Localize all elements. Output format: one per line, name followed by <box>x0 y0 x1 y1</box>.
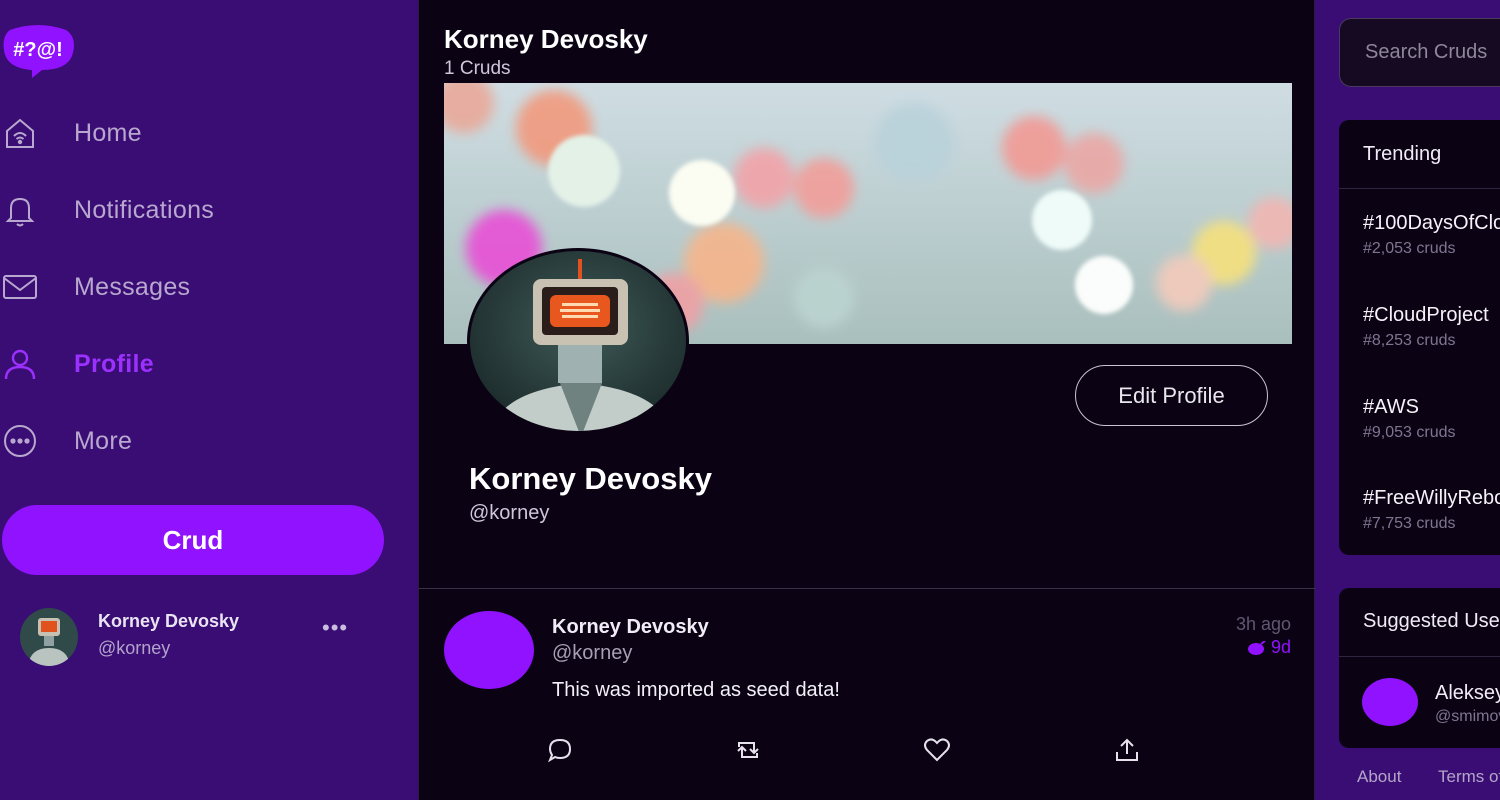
profile-avatar[interactable] <box>467 248 689 434</box>
user-icon <box>0 344 40 384</box>
trend-count: #9,053 cruds <box>1363 424 1456 441</box>
page-title: Korney Devosky <box>444 24 648 54</box>
post-expiry-label: 9d <box>1270 637 1291 657</box>
suggested-user-name[interactable]: Aleksey <box>1435 682 1500 705</box>
profile-name: Korney Devosky <box>469 461 712 496</box>
divider <box>1339 188 1500 189</box>
trend-item[interactable]: #100DaysOfCloud #2,053 cruds <box>1363 212 1500 258</box>
post-text: This was imported as seed data! <box>552 679 840 701</box>
crud-button[interactable]: Crud <box>2 505 384 575</box>
nav-home-label: Home <box>74 118 142 147</box>
trend-tag: #CloudProject <box>1363 304 1489 326</box>
trend-tag: #100DaysOfCloud <box>1363 212 1500 234</box>
more-options-icon[interactable]: ••• <box>322 615 348 641</box>
home-icon <box>0 113 40 153</box>
heart-icon[interactable] <box>922 735 952 765</box>
sidebar-user-handle: @korney <box>98 638 171 658</box>
suggested-user-handle: @smimov <box>1435 708 1500 725</box>
suggested-title: Suggested Users <box>1363 610 1500 632</box>
trend-count: #7,753 cruds <box>1363 515 1456 532</box>
trend-count: #8,253 cruds <box>1363 332 1456 349</box>
profile-handle: @korney <box>469 502 550 524</box>
nav-notifications-label: Notifications <box>74 195 215 224</box>
reply-icon[interactable] <box>545 735 575 765</box>
suggested-users-panel: Suggested Users Aleksey @smimov <box>1339 588 1500 748</box>
trend-item[interactable]: #FreeWillyReboot #7,753 cruds <box>1363 487 1500 533</box>
profile-main: Korney Devosky 1 Cruds Edit Profile Korn… <box>418 0 1316 800</box>
share-icon[interactable] <box>1112 735 1142 765</box>
more-circle-icon <box>0 421 40 461</box>
edit-profile-button[interactable]: Edit Profile <box>1075 365 1268 426</box>
nav-profile-label: Profile <box>74 349 154 378</box>
nav-more[interactable]: More <box>0 416 400 466</box>
nav-home[interactable]: Home <box>0 108 400 158</box>
search-input[interactable] <box>1339 18 1500 87</box>
app-logo[interactable]: #?@! <box>2 24 75 78</box>
post-timestamp: 3h ago <box>1235 614 1291 634</box>
nav-messages-label: Messages <box>74 272 191 301</box>
trend-item[interactable]: #CloudProject #8,253 cruds <box>1363 304 1500 350</box>
trending-title: Trending <box>1363 143 1442 165</box>
nav-messages[interactable]: Messages <box>0 262 400 312</box>
trend-tag: #FreeWillyReboot <box>1363 487 1500 509</box>
trend-tag: #AWS <box>1363 396 1419 418</box>
avatar <box>20 608 78 666</box>
nav-more-label: More <box>74 426 133 455</box>
post-avatar[interactable] <box>444 611 534 689</box>
trend-item[interactable]: #AWS #9,053 cruds <box>1363 396 1500 442</box>
post-author-handle: @korney <box>552 642 633 664</box>
logo-text: #?@! <box>13 39 63 61</box>
bomb-icon <box>1247 640 1266 655</box>
suggested-user-avatar[interactable] <box>1362 678 1418 726</box>
post-expiry: 9d <box>1247 637 1291 658</box>
sidebar-user-name: Korney Devosky <box>98 611 240 631</box>
footer-terms-link[interactable]: Terms of Service <box>1438 767 1500 787</box>
bell-icon <box>0 190 40 230</box>
right-column: Trending #100DaysOfCloud #2,053 cruds #C… <box>1316 0 1500 800</box>
nav-notifications[interactable]: Notifications <box>0 185 400 235</box>
crud-post[interactable]: Korney Devosky @korney 3h ago 9d This wa… <box>419 589 1316 800</box>
sidebar-user-card[interactable]: Korney Devosky @korney ••• <box>18 605 378 666</box>
crud-count: 1 Cruds <box>444 58 511 79</box>
trend-count: #2,053 cruds <box>1363 240 1456 257</box>
trending-panel: Trending #100DaysOfCloud #2,053 cruds #C… <box>1339 120 1500 555</box>
sidebar: #?@! Home Notifications Messages Profile… <box>0 0 418 800</box>
post-author-name[interactable]: Korney Devosky <box>552 616 709 639</box>
envelope-icon <box>0 267 40 307</box>
footer-about-link[interactable]: About <box>1357 767 1401 787</box>
divider <box>1339 656 1500 657</box>
recrud-icon[interactable] <box>733 735 763 765</box>
nav-profile[interactable]: Profile <box>0 339 400 389</box>
